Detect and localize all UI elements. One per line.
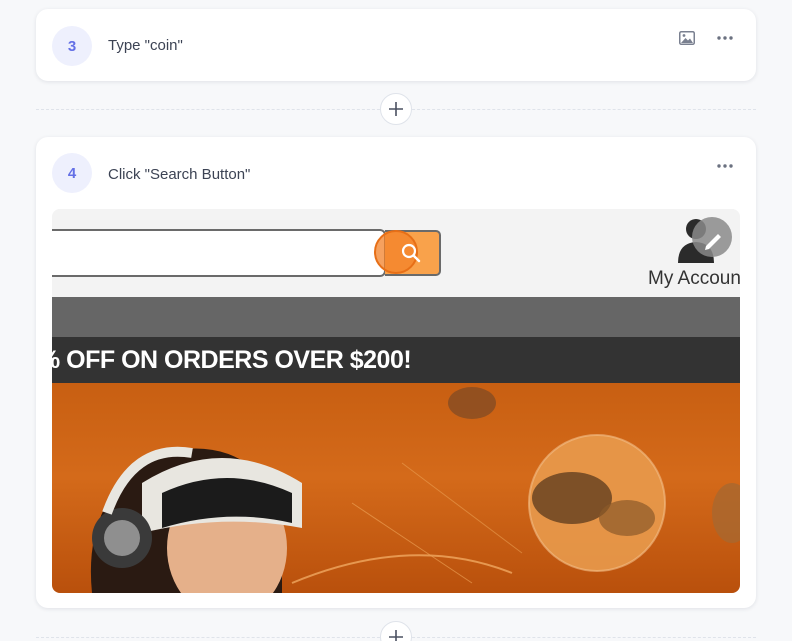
- add-step-icon: [389, 630, 403, 641]
- planet-graphic: [448, 387, 740, 572]
- step-number: 4: [52, 153, 92, 193]
- promo-text: % OFF ON ORDERS OVER $200!: [52, 346, 412, 374]
- step-label: Click "Search Button": [108, 166, 251, 183]
- more-options-icon[interactable]: [714, 29, 736, 47]
- account-label[interactable]: My Accoun: [648, 268, 740, 290]
- search-input[interactable]: [52, 229, 386, 277]
- step-number: 3: [52, 26, 92, 66]
- user-icon[interactable]: [676, 215, 736, 267]
- step-label: Type "coin": [108, 37, 183, 54]
- hero-image: [52, 383, 740, 593]
- add-step-icon: [389, 102, 403, 116]
- image-icon[interactable]: [676, 29, 698, 47]
- step-card-3[interactable]: 3 Type "coin": [36, 9, 756, 81]
- step-card-4[interactable]: 4 Click "Search Button" My Accoun % OFF …: [36, 137, 756, 608]
- vr-person-graphic: [90, 446, 302, 593]
- nav-band: [52, 297, 740, 337]
- more-options-icon[interactable]: [714, 157, 736, 175]
- search-icon: [401, 243, 421, 263]
- step-screenshot: My Accoun % OFF ON ORDERS OVER $200!: [52, 209, 740, 593]
- add-step-button[interactable]: [380, 93, 412, 125]
- add-step-button[interactable]: [380, 621, 412, 641]
